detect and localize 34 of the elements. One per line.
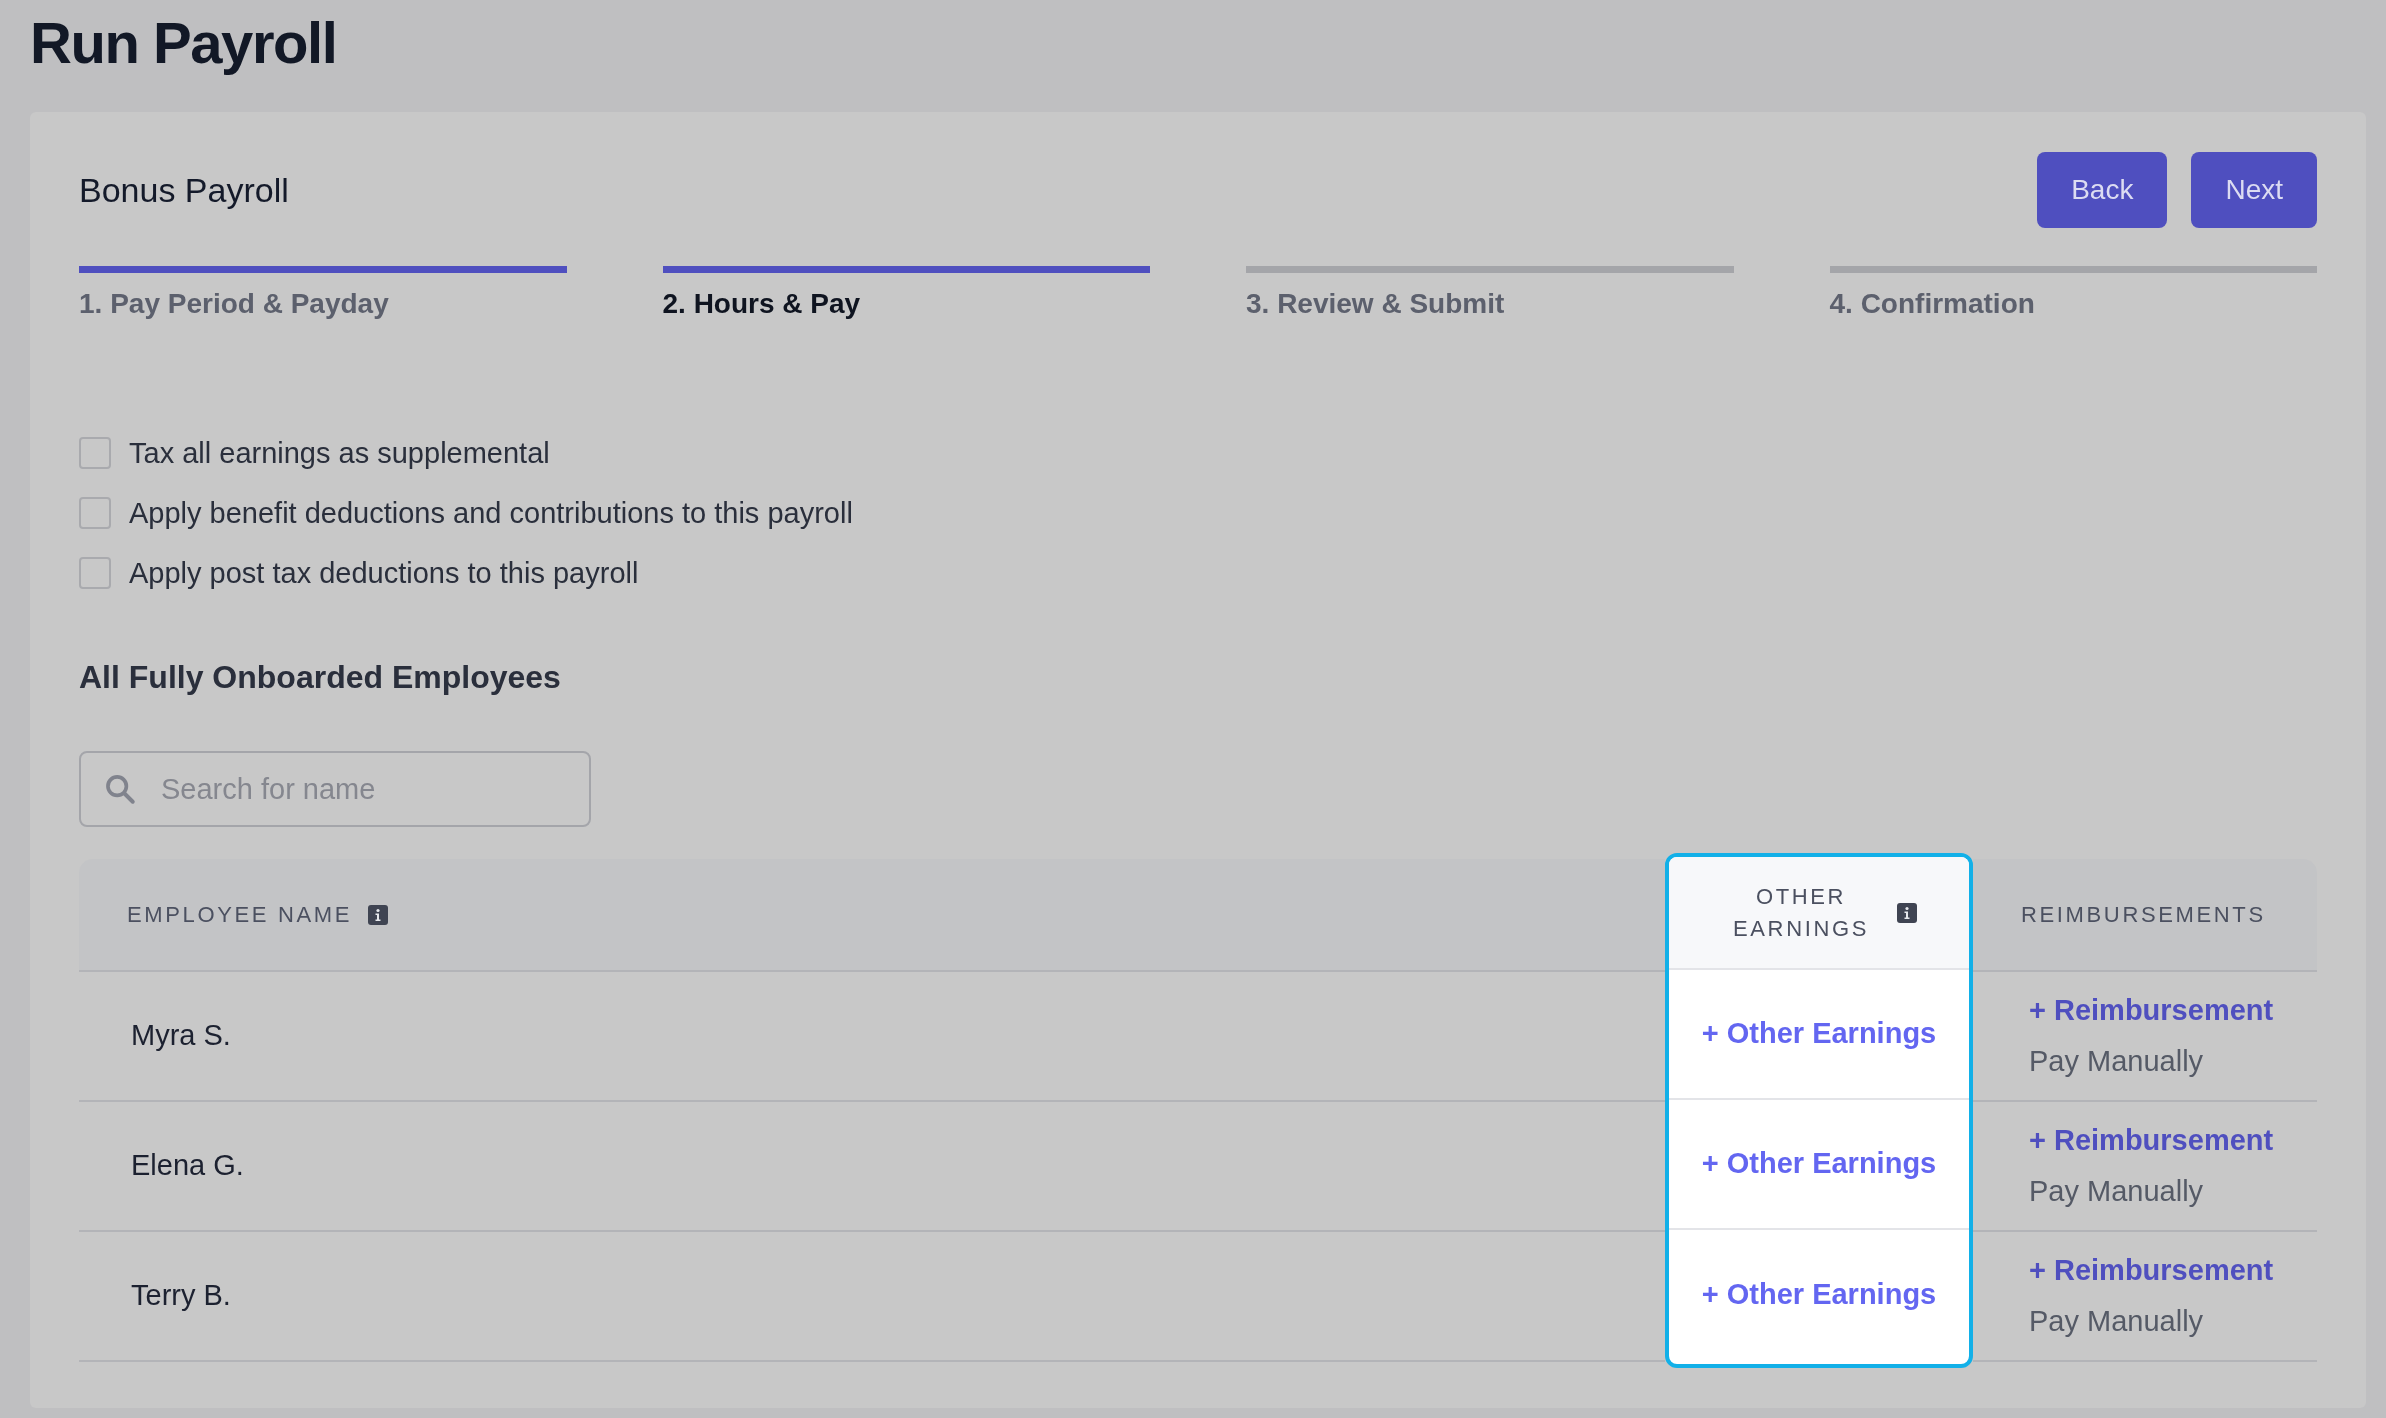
checkbox-label: Apply post tax deductions to this payroll bbox=[129, 557, 639, 589]
search-icon bbox=[103, 772, 137, 806]
pay-manually-text: Pay Manually bbox=[2029, 1044, 2205, 1079]
step-tab[interactable]: 4. Confirmation bbox=[1829, 266, 2317, 325]
step-tab[interactable]: 2. Hours & Pay bbox=[662, 266, 1150, 325]
employee-name: Terry B. bbox=[131, 1278, 231, 1314]
checkbox-label: Apply benefit deductions and contributions to this payroll bbox=[129, 497, 853, 529]
column-header-label: OTHER EARNINGS bbox=[1732, 882, 1870, 943]
card-title: Bonus Payroll bbox=[79, 169, 289, 211]
employee-name: Elena G. bbox=[131, 1148, 244, 1184]
checkbox[interactable] bbox=[79, 497, 111, 529]
column-header-label: EMPLOYEE NAME bbox=[127, 901, 353, 929]
add-reimbursement-link[interactable]: + Reimbursement bbox=[2029, 1118, 2317, 1162]
employee-name: Myra S. bbox=[131, 1018, 231, 1054]
checkbox[interactable] bbox=[79, 557, 111, 589]
step-tab[interactable]: 3. Review & Submit bbox=[1246, 266, 1734, 325]
add-other-earnings-link[interactable]: + Other Earnings bbox=[1701, 1273, 1937, 1317]
pay-manually-text: Pay Manually bbox=[2029, 1174, 2205, 1209]
nav-button[interactable]: Back bbox=[2037, 152, 2168, 228]
nav-button[interactable]: Next bbox=[2191, 152, 2317, 228]
section-title: All Fully Onboarded Employees bbox=[79, 658, 562, 697]
add-other-earnings-link[interactable]: + Other Earnings bbox=[1701, 1012, 1937, 1056]
search-field[interactable]: Search for name bbox=[79, 751, 591, 827]
pay-manually-text: Pay Manually bbox=[2029, 1304, 2205, 1339]
checkbox-label: Tax all earnings as supplemental bbox=[129, 437, 550, 469]
add-reimbursement-link[interactable]: + Reimbursement bbox=[2029, 988, 2317, 1032]
info-icon bbox=[368, 904, 389, 925]
page-title: Run Payroll bbox=[29, 9, 338, 77]
info-icon bbox=[1897, 902, 1917, 923]
column-header-label: REIMBURSEMENTS bbox=[2021, 901, 2266, 929]
add-reimbursement-link[interactable]: + Reimbursement bbox=[2029, 1248, 2317, 1292]
add-other-earnings-link[interactable]: + Other Earnings bbox=[1701, 1142, 1937, 1186]
step-tab[interactable]: 1. Pay Period & Payday bbox=[79, 266, 567, 325]
checkbox[interactable] bbox=[79, 437, 111, 469]
